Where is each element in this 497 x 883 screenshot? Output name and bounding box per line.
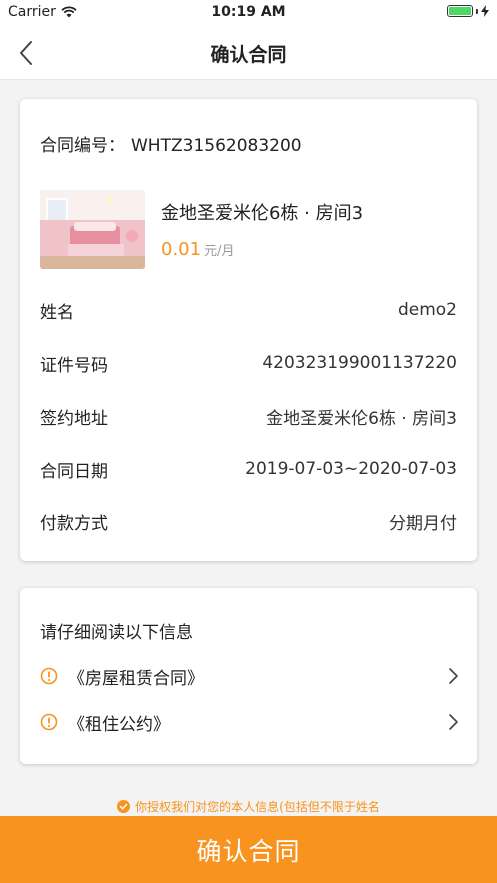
doc-link-lease-contract[interactable]: 《房屋租赁合同》 xyxy=(40,663,459,689)
chevron-right-icon xyxy=(449,714,458,730)
notice-title: 请仔细阅读以下信息 xyxy=(40,623,193,643)
battery-icon xyxy=(447,5,489,17)
field-row-contract-date: 合同日期 2019-07-03~2020-07-03 xyxy=(40,457,457,482)
field-label: 签约地址 xyxy=(40,408,108,429)
contract-number-value: WHTZ31562083200 xyxy=(131,136,302,156)
field-value: 金地圣爱米伦6栋 · 房间3 xyxy=(266,408,457,429)
navigation-bar: 确认合同 xyxy=(0,26,497,80)
field-value: 420323199001137220 xyxy=(262,353,457,373)
warning-icon xyxy=(40,713,58,731)
doc-label: 《租住公约》 xyxy=(68,714,170,735)
field-value: demo2 xyxy=(397,300,457,320)
field-row-address: 签约地址 金地圣爱米伦6栋 · 房间3 xyxy=(40,404,457,429)
field-row-payment-method: 付款方式 分期月付 xyxy=(40,509,457,534)
room-photo xyxy=(40,190,145,269)
field-label: 付款方式 xyxy=(40,513,108,534)
doc-link-rental-convention[interactable]: 《租住公约》 xyxy=(40,709,459,735)
page-title: 确认合同 xyxy=(210,44,287,66)
chevron-right-icon xyxy=(449,668,458,684)
doc-label: 《房屋租赁合同》 xyxy=(68,668,204,689)
room-title: 金地圣爱米伦6栋 · 房间3 xyxy=(161,203,364,224)
status-bar: Carrier 10:19 AM xyxy=(0,0,497,26)
field-label: 合同日期 xyxy=(40,461,108,482)
field-row-id-number: 证件号码 420323199001137220 xyxy=(40,351,457,376)
field-row-name: 姓名 demo2 xyxy=(40,298,457,323)
authorization-note[interactable]: 你授权我们对您的本人信息(包括但不限于姓名 xyxy=(0,796,497,816)
warning-icon xyxy=(40,667,58,685)
field-label: 姓名 xyxy=(40,302,74,323)
contract-card: 合同编号： WHTZ31562083200 金地圣爱米伦6栋 · 房间3 0.01… xyxy=(20,99,477,561)
room-price: 0.01 元/月 xyxy=(161,239,234,260)
field-value: 分期月付 xyxy=(389,513,457,534)
contract-number-label: 合同编号： xyxy=(40,136,125,156)
charging-icon xyxy=(481,5,489,17)
notice-card: 请仔细阅读以下信息 《房屋租赁合同》 《租住公约》 xyxy=(20,588,477,764)
price-unit: 元/月 xyxy=(204,244,235,259)
field-label: 证件号码 xyxy=(40,355,108,376)
contract-number: 合同编号： WHTZ31562083200 xyxy=(40,131,302,156)
clock: 10:19 AM xyxy=(211,4,286,20)
authorization-text: 你授权我们对您的本人信息(包括但不限于姓名 xyxy=(135,799,380,814)
confirm-contract-button[interactable]: 确认合同 xyxy=(0,816,497,883)
check-circle-icon[interactable] xyxy=(117,799,131,813)
price-value: 0.01 xyxy=(161,239,202,260)
field-value: 2019-07-03~2020-07-03 xyxy=(245,459,457,479)
